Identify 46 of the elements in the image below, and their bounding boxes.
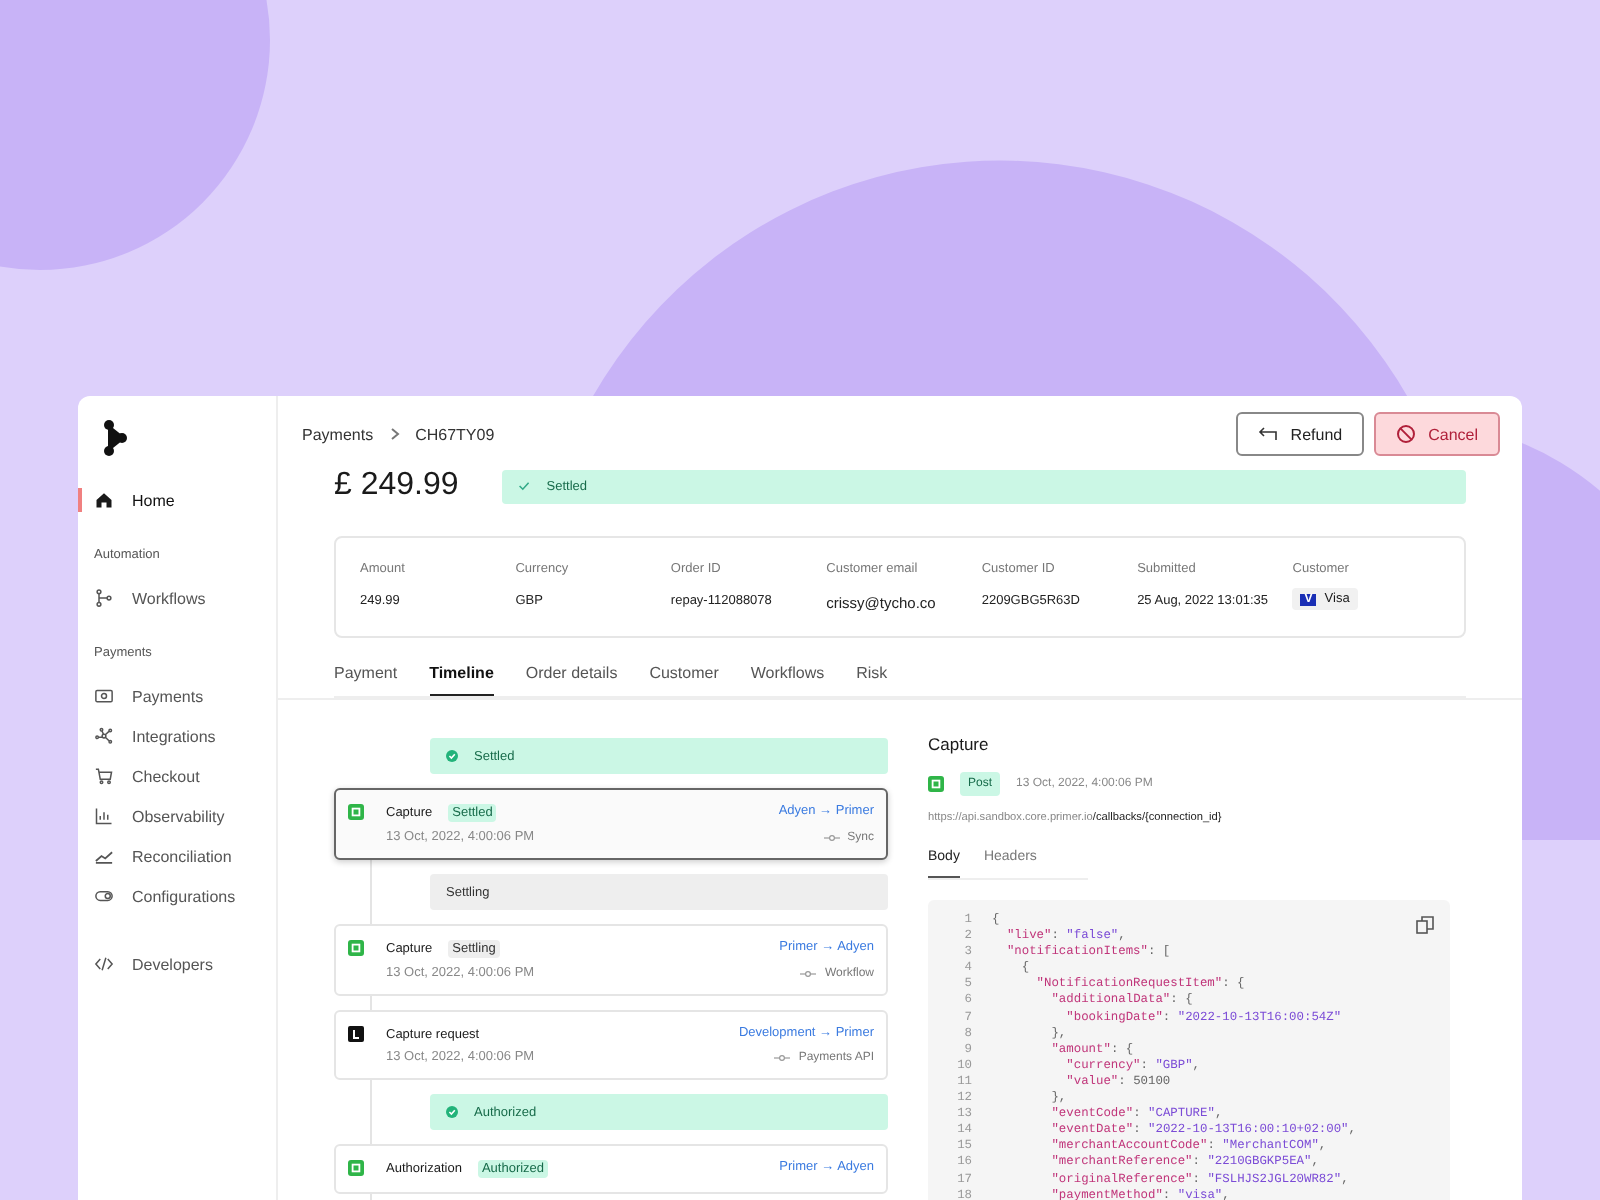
copy-icon[interactable]: [1416, 916, 1434, 934]
sidebar-item[interactable]: Payments: [78, 676, 276, 716]
code-icon: [94, 954, 114, 974]
chart-icon: [94, 806, 114, 826]
toggle-icon: [94, 886, 114, 906]
check-circle-icon: [446, 750, 458, 762]
workflow-icon: [94, 588, 114, 608]
tab[interactable]: Order details: [525, 656, 618, 696]
processor-logo-icon: [348, 804, 364, 820]
home-icon: [94, 490, 114, 510]
breadcrumb-item[interactable]: Payments: [302, 425, 374, 443]
processor-logo-icon: [348, 1026, 364, 1042]
logo-icon: [104, 420, 128, 456]
sidebar-item[interactable]: Developers: [78, 944, 276, 984]
tab[interactable]: Risk: [856, 656, 888, 696]
prohibited-icon: [1396, 424, 1417, 444]
tab[interactable]: Customer: [649, 656, 719, 696]
cart-icon: [94, 766, 114, 786]
chevron-right-icon: [389, 428, 400, 440]
trend-icon: [94, 846, 114, 866]
processor-logo-icon: [348, 1160, 364, 1176]
sidebar-item[interactable]: Reconciliation: [78, 836, 276, 876]
connector-icon: [774, 1053, 791, 1061]
payment-amount: £ 249.99: [334, 468, 459, 504]
check-circle-icon: [446, 1106, 458, 1118]
processor-logo-icon: [928, 776, 944, 792]
connector-icon: [823, 833, 840, 841]
cash-icon: [94, 686, 114, 706]
return-arrow-icon: [1258, 424, 1279, 444]
sidebar-item[interactable]: Workflows: [78, 578, 276, 618]
connector-icon: [800, 969, 817, 977]
tab[interactable]: Workflows: [750, 656, 825, 696]
cancel-button[interactable]: Cancel: [1374, 412, 1500, 456]
sidebar-item[interactable]: Checkout: [78, 756, 276, 796]
processor-logo-icon: [348, 940, 364, 956]
sidebar-item[interactable]: Integrations: [78, 716, 276, 756]
breadcrumb-item: CH67TY09: [415, 425, 495, 443]
sidebar-item[interactable]: Configurations: [78, 876, 276, 916]
nodes-icon: [94, 726, 114, 746]
refund-button[interactable]: Refund: [1236, 412, 1365, 456]
sidebar-item[interactable]: Home: [78, 480, 276, 520]
check-icon: [518, 480, 531, 492]
tab[interactable]: Timeline: [429, 656, 494, 696]
detail-title: Capture: [928, 734, 989, 754]
sidebar-item[interactable]: Observability: [78, 796, 276, 836]
tab[interactable]: Payment: [334, 656, 398, 696]
